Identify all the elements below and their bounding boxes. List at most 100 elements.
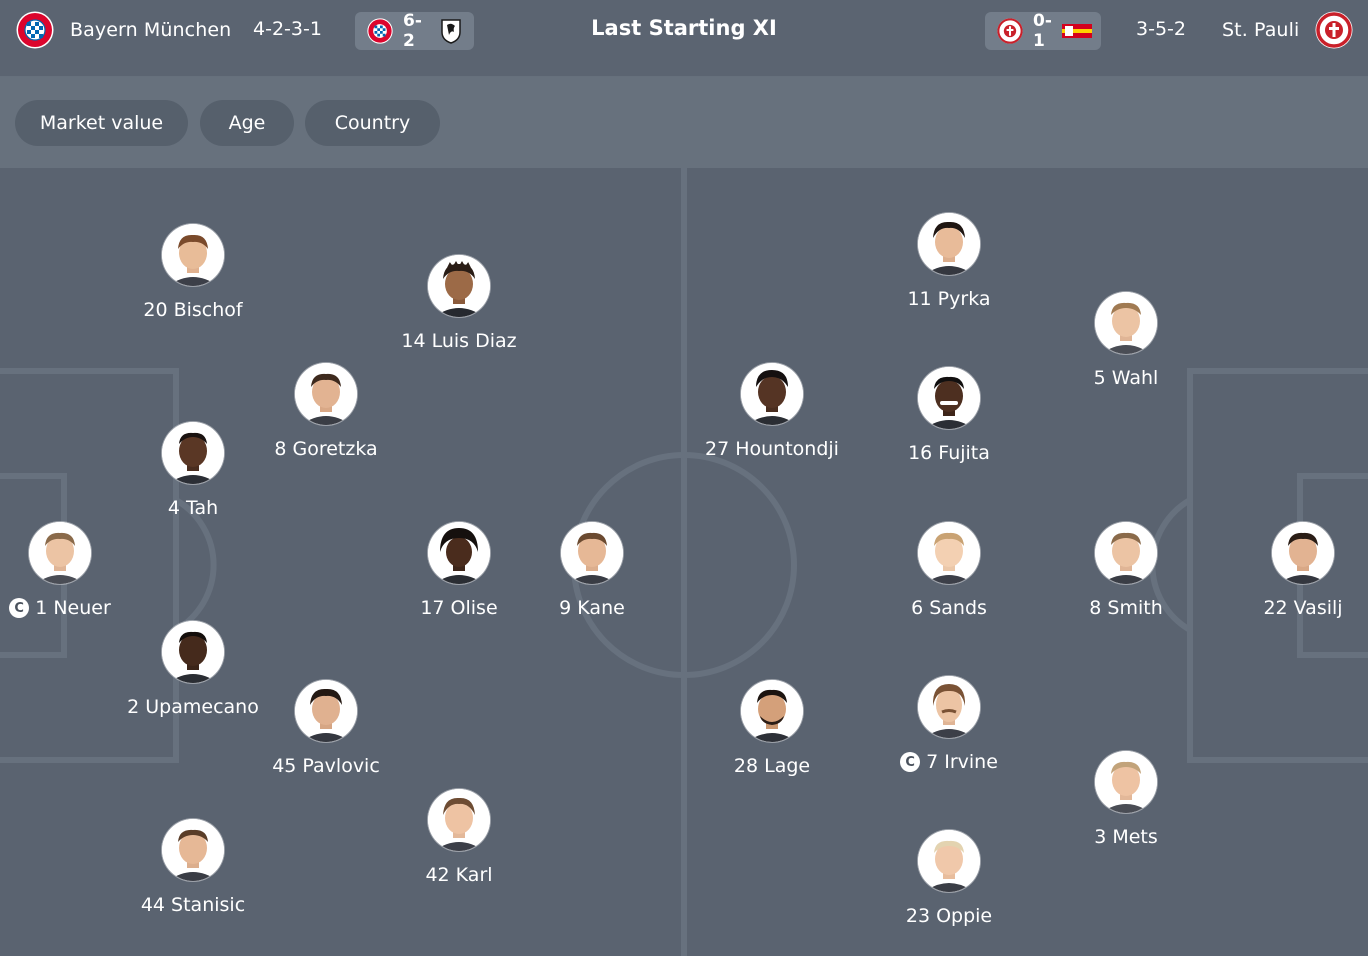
- player-photo: [162, 224, 224, 286]
- player-tah[interactable]: 4 Tah: [93, 422, 293, 519]
- player-lage[interactable]: 28 Lage: [672, 680, 872, 777]
- captain-badge-icon: C: [9, 598, 30, 618]
- home-formation: 4-2-3-1: [253, 18, 322, 40]
- player-label: 9 Kane: [559, 597, 625, 619]
- away-team[interactable]: St. Pauli: [1222, 11, 1353, 49]
- player-label: 5 Wahl: [1094, 367, 1159, 389]
- st-pauli-crest-icon: [1315, 11, 1353, 49]
- player-wahl[interactable]: 5 Wahl: [1026, 292, 1226, 389]
- bayern-crest-icon: [16, 11, 54, 49]
- player-name: 3 Mets: [1094, 826, 1158, 848]
- player-label: 27 Hountondji: [705, 438, 839, 460]
- player-name: 11 Pyrka: [907, 288, 991, 310]
- player-label: 4 Tah: [168, 497, 218, 519]
- player-name: 45 Pavlovic: [272, 755, 380, 777]
- player-photo: [162, 422, 224, 484]
- player-bischof[interactable]: 20 Bischof: [93, 224, 293, 321]
- away-team-name: St. Pauli: [1222, 19, 1300, 41]
- player-photo: [428, 789, 490, 851]
- player-vasilj[interactable]: 22 Vasilj: [1203, 522, 1368, 619]
- player-name: 23 Oppie: [905, 905, 993, 927]
- player-label: 44 Stanisic: [141, 894, 245, 916]
- away-last-result[interactable]: 0-1: [985, 11, 1101, 51]
- player-label: 45 Pavlovic: [272, 755, 380, 777]
- player-photo: [918, 367, 980, 429]
- pitch: 20 Bischof 14 Luis Diaz 8 Goretzka 4 Tah…: [0, 168, 1368, 956]
- player-label: 23 Oppie: [906, 905, 992, 927]
- player-mets[interactable]: 3 Mets: [1026, 751, 1226, 848]
- away-formation: 3-5-2: [1136, 18, 1186, 40]
- player-name: 44 Stanisic: [140, 894, 246, 916]
- player-label: 22 Vasilj: [1263, 597, 1342, 619]
- player-irvine[interactable]: C7 Irvine: [849, 676, 1049, 773]
- player-oppie[interactable]: 23 Oppie: [849, 830, 1049, 927]
- last-result-score: 0-1: [1033, 11, 1052, 51]
- filter-market-value-button[interactable]: Market value: [15, 100, 188, 146]
- player-sands[interactable]: 6 Sands: [849, 522, 1049, 619]
- player-name: 14 Luis Diaz: [401, 330, 517, 352]
- player-smith[interactable]: 8 Smith: [1026, 522, 1226, 619]
- player-name: 9 Kane: [559, 597, 625, 619]
- player-photo: [1095, 751, 1157, 813]
- player-fujita[interactable]: 16 Fujita: [849, 367, 1049, 464]
- player-karl[interactable]: 42 Karl: [359, 789, 559, 886]
- player-photo: [295, 363, 357, 425]
- player-photo: [1272, 522, 1334, 584]
- player-kane[interactable]: 9 Kane: [492, 522, 692, 619]
- player-label: 14 Luis Diaz: [401, 330, 516, 352]
- player-photo: [1095, 292, 1157, 354]
- player-name: 1 Neuer: [35, 597, 111, 619]
- player-name: 16 Fujita: [908, 442, 990, 464]
- player-photo: [428, 255, 490, 317]
- player-name: 4 Tah: [167, 497, 219, 519]
- player-label: C1 Neuer: [9, 597, 111, 619]
- player-name: 8 Smith: [1089, 597, 1163, 619]
- bayern-crest-icon: [367, 18, 393, 44]
- filter-country-button[interactable]: Country: [305, 100, 440, 146]
- player-label: 11 Pyrka: [907, 288, 990, 310]
- player-label: 17 Olise: [420, 597, 497, 619]
- player-photo: [741, 363, 803, 425]
- player-name: 6 Sands: [911, 597, 987, 619]
- player-label: 42 Karl: [425, 864, 492, 886]
- player-photo: [918, 522, 980, 584]
- player-stanisic[interactable]: 44 Stanisic: [93, 819, 293, 916]
- player-label: 6 Sands: [911, 597, 987, 619]
- player-pavlovic[interactable]: 45 Pavlovic: [226, 680, 426, 777]
- player-name: 5 Wahl: [1093, 367, 1159, 389]
- player-label: C7 Irvine: [900, 751, 998, 773]
- player-luis-diaz[interactable]: 14 Luis Diaz: [359, 255, 559, 352]
- player-name: 22 Vasilj: [1263, 597, 1343, 619]
- player-name: 28 Lage: [733, 755, 811, 777]
- player-label: 8 Smith: [1089, 597, 1162, 619]
- filter-age-button[interactable]: Age: [200, 100, 294, 146]
- player-name: 42 Karl: [425, 864, 493, 886]
- home-team[interactable]: Bayern München: [16, 11, 231, 49]
- player-name: 20 Bischof: [143, 299, 243, 321]
- player-label: 20 Bischof: [143, 299, 242, 321]
- filter-bar: Market value Age Country: [0, 77, 1368, 168]
- player-name: 27 Hountondji: [705, 438, 839, 460]
- player-photo: [918, 830, 980, 892]
- player-label: 3 Mets: [1094, 826, 1158, 848]
- page-title: Last Starting XI: [591, 16, 777, 40]
- player-photo: [162, 819, 224, 881]
- player-name: 7 Irvine: [926, 751, 998, 773]
- player-photo: [561, 522, 623, 584]
- last-result-score: 6-2: [403, 11, 422, 51]
- header: Bayern München 4-2-3-1 6-2 Last Starting…: [0, 0, 1368, 77]
- player-pyrka[interactable]: 11 Pyrka: [849, 213, 1049, 310]
- freiburg-crest-icon: [440, 18, 462, 44]
- player-photo: [428, 522, 490, 584]
- player-label: 28 Lage: [734, 755, 810, 777]
- player-neuer[interactable]: C1 Neuer: [0, 522, 160, 619]
- home-last-result[interactable]: 6-2: [355, 11, 474, 51]
- player-label: 16 Fujita: [908, 442, 990, 464]
- player-photo: [741, 680, 803, 742]
- st-pauli-crest-icon: [997, 18, 1023, 44]
- home-team-name: Bayern München: [70, 19, 232, 41]
- captain-badge-icon: C: [900, 752, 921, 772]
- player-photo: [918, 213, 980, 275]
- player-hountondji[interactable]: 27 Hountondji: [672, 363, 872, 460]
- union-berlin-crest-icon: [1061, 18, 1092, 44]
